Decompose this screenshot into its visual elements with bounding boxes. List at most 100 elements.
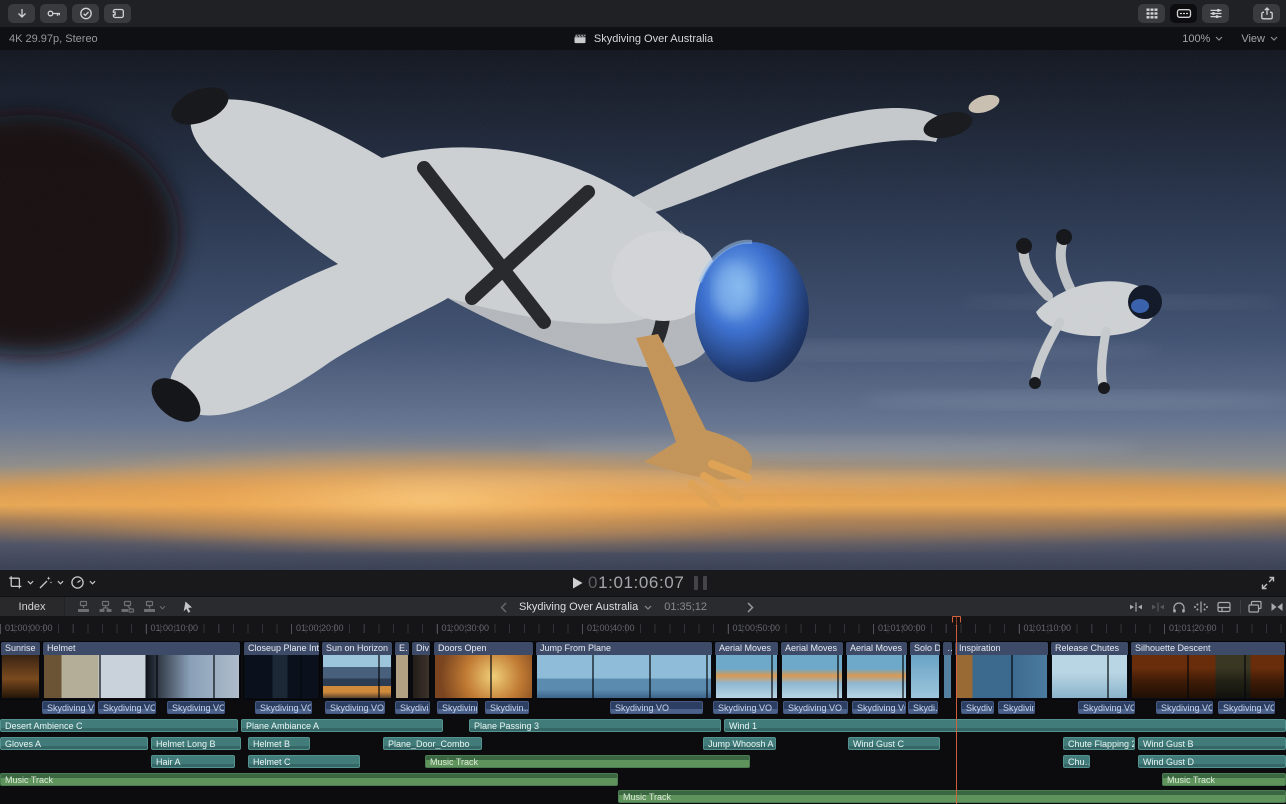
keyword-editor-button[interactable] xyxy=(40,4,67,23)
audio-clip[interactable]: Skydiving VO xyxy=(98,701,156,714)
connect-edit-button[interactable] xyxy=(76,600,91,614)
project-title-dropdown[interactable]: Skydiving Over Australia xyxy=(519,601,652,613)
next-project-button[interactable] xyxy=(747,602,754,613)
timeline-toolbar: Index Skydiving Over Australia 01:35;12 xyxy=(0,596,1286,616)
video-clip[interactable]: E… xyxy=(394,641,410,700)
transitions-browser-button[interactable] xyxy=(1270,600,1284,614)
retime-icon xyxy=(70,575,85,590)
audio-clip[interactable]: Skydiving VO xyxy=(1078,701,1135,714)
inspector-button[interactable] xyxy=(1202,4,1229,23)
append-edit-button[interactable] xyxy=(120,600,135,614)
retime-tool-dropdown[interactable] xyxy=(70,575,96,590)
audio-clip[interactable]: Wind 1 xyxy=(724,719,1286,732)
audio-clip[interactable]: Helmet Long B xyxy=(151,737,241,750)
video-clip[interactable]: Inspiration xyxy=(954,641,1049,700)
audio-clip[interactable]: Plane_Door_Combo xyxy=(383,737,482,750)
audio-clip[interactable]: Skydiving VO xyxy=(1156,701,1213,714)
background-tasks-button[interactable] xyxy=(72,4,99,23)
audio-clip[interactable]: Chu… xyxy=(1063,755,1090,768)
audio-clip[interactable]: Wind Gust C xyxy=(848,737,940,750)
trim-start-button[interactable] xyxy=(1128,600,1144,614)
audio-clip[interactable]: Wind Gust D xyxy=(1138,755,1286,768)
clip-icon xyxy=(110,7,126,20)
video-clip[interactable]: Helmet xyxy=(42,641,241,700)
timecode-display[interactable]: 01:01:06:07 xyxy=(588,573,684,593)
effects-browser-button[interactable] xyxy=(1247,600,1263,614)
top-toolbar xyxy=(0,0,1286,27)
audio-clip[interactable]: Skydiving VO xyxy=(610,701,703,714)
audio-clip[interactable]: Helmet C xyxy=(248,755,360,768)
audio-clip[interactable]: Skydiving… xyxy=(998,701,1035,714)
audio-clip[interactable]: Music Track xyxy=(618,790,1286,803)
timeline-ruler[interactable]: 01:00:00:0001:00:10:0001:00:20:0001:00:3… xyxy=(0,616,1286,641)
share-button[interactable] xyxy=(1253,4,1280,23)
audio-clip[interactable]: Skydiving VO xyxy=(783,701,848,714)
fullscreen-button[interactable] xyxy=(1261,576,1275,590)
audio-clip[interactable]: Skydiving VO xyxy=(167,701,225,714)
audio-clip[interactable]: Music Track xyxy=(425,755,750,768)
media-clip-button[interactable] xyxy=(104,4,131,23)
overwrite-edit-button[interactable] xyxy=(142,600,166,614)
import-button[interactable] xyxy=(8,4,35,23)
timecode-prefix: 0 xyxy=(588,573,598,592)
audio-clip[interactable]: Wind Gust B xyxy=(1138,737,1286,750)
video-clip[interactable]: Solo D… xyxy=(909,641,941,700)
audio-clip[interactable]: Skydiving VO xyxy=(1218,701,1275,714)
enhance-tool-dropdown[interactable] xyxy=(38,575,64,590)
clip-filmstrip xyxy=(956,655,1047,698)
playhead[interactable] xyxy=(956,616,957,804)
audio-meter-right[interactable] xyxy=(703,576,707,590)
play-button[interactable] xyxy=(571,576,585,590)
audio-clip[interactable]: Jump Whoosh A xyxy=(703,737,776,750)
insert-edit-button[interactable] xyxy=(98,600,113,614)
audio-clip[interactable]: Chute Flapping 2 xyxy=(1063,737,1135,750)
video-clip[interactable]: … xyxy=(942,641,953,700)
audio-clip[interactable]: Music Track xyxy=(0,773,618,786)
index-button[interactable]: Index xyxy=(0,597,65,617)
audio-clip[interactable]: Skydivin… xyxy=(485,701,529,714)
audio-clip[interactable]: Skydiv… xyxy=(961,701,994,714)
project-title-text: Skydiving Over Australia xyxy=(519,601,638,613)
audio-clip[interactable]: Hair A xyxy=(151,755,235,768)
audio-clip[interactable]: Skydiving VO xyxy=(852,701,906,714)
view-dropdown[interactable]: View xyxy=(1241,33,1278,45)
audio-clip[interactable]: Skydiving VO xyxy=(325,701,385,714)
audio-clip[interactable]: Skydi… xyxy=(908,701,938,714)
filmstrip-view-button[interactable] xyxy=(1170,4,1197,23)
clip-appearance-button[interactable] xyxy=(1216,600,1232,614)
audio-clip[interactable]: Helmet B xyxy=(248,737,310,750)
video-clip[interactable]: Doors Open xyxy=(433,641,534,700)
ruler-tick-label: 01:00:50:00 xyxy=(733,623,781,633)
audio-clip[interactable]: Skydiving VO xyxy=(713,701,778,714)
audio-clip[interactable]: Skydiving VO xyxy=(42,701,95,714)
zoom-level-dropdown[interactable]: 100% xyxy=(1182,33,1223,45)
audio-clip[interactable]: Music Track xyxy=(1162,773,1286,786)
ruler-tick: 01:00:10:00 xyxy=(146,624,147,634)
audio-meter-left[interactable] xyxy=(694,576,698,590)
clip-label: Aerial Moves xyxy=(715,642,778,655)
video-clip[interactable]: Div… xyxy=(411,641,431,700)
trim-end-button[interactable] xyxy=(1150,600,1166,614)
video-clip[interactable]: Sun on Horizon xyxy=(321,641,393,700)
audio-clip[interactable]: Plane Passing 3 xyxy=(469,719,721,732)
solo-button[interactable] xyxy=(1171,600,1187,614)
pointer-tool-dropdown[interactable] xyxy=(182,600,204,614)
video-clip[interactable]: Sunrise xyxy=(0,641,41,700)
video-clip[interactable]: Aerial Moves xyxy=(714,641,779,700)
browser-grid-view-button[interactable] xyxy=(1138,4,1165,23)
audio-skimming-button[interactable] xyxy=(1193,600,1209,614)
video-clip[interactable]: Aerial Moves xyxy=(780,641,844,700)
video-clip[interactable]: Silhouette Descent xyxy=(1130,641,1286,700)
video-clip[interactable]: Release Chutes xyxy=(1050,641,1129,700)
audio-clip[interactable]: Skydivi… xyxy=(395,701,430,714)
video-clip[interactable]: Closeup Plane Interior xyxy=(243,641,320,700)
previous-project-button[interactable] xyxy=(500,602,507,613)
crop-tool-dropdown[interactable] xyxy=(8,575,34,590)
audio-clip[interactable]: Desert Ambience C xyxy=(0,719,238,732)
audio-clip[interactable]: Gloves A xyxy=(0,737,148,750)
video-clip[interactable]: Jump From Plane xyxy=(535,641,713,700)
audio-clip[interactable]: Skydiving… xyxy=(437,701,478,714)
video-clip[interactable]: Aerial Moves xyxy=(845,641,908,700)
audio-clip[interactable]: Skydiving VO xyxy=(255,701,312,714)
audio-clip[interactable]: Plane Ambiance A xyxy=(241,719,443,732)
